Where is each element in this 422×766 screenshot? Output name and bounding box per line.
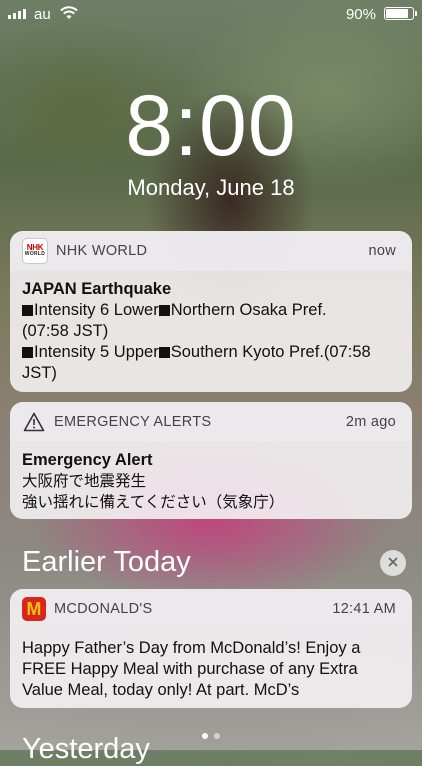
square-bullet-icon <box>158 305 170 316</box>
notification-time: 12:41 AM <box>332 601 396 617</box>
battery-icon <box>384 7 417 20</box>
notification-message: Happy Father’s Day from McDonald’s! Enjo… <box>22 639 361 699</box>
notification-app-name: NHK WORLD <box>56 243 148 259</box>
notification-time: 2m ago <box>345 414 396 430</box>
notification-line: 強い揺れに備えてください（気象庁） <box>22 494 285 511</box>
notification-title: Emergency Alert <box>22 451 153 469</box>
warning-icon <box>22 410 46 434</box>
lock-time: 8:00 <box>125 78 297 174</box>
page-dot <box>202 733 208 739</box>
status-bar: au 90% <box>0 0 422 28</box>
mcdonalds-app-icon: M <box>22 597 46 621</box>
square-bullet-icon <box>22 305 33 316</box>
carrier-name: au <box>34 6 51 23</box>
notification-app-name: EMERGENCY ALERTS <box>54 414 212 430</box>
square-bullet-icon <box>158 347 170 358</box>
notification-line: 大阪府で地震発生 <box>22 473 147 490</box>
nhk-app-icon: NHK WORLD <box>22 238 48 264</box>
page-dot <box>214 733 220 739</box>
notification-header: EMERGENCY ALERTS 2m ago <box>10 402 412 442</box>
close-icon <box>388 557 398 567</box>
square-bullet-icon <box>22 347 33 358</box>
clear-notifications-button[interactable] <box>380 550 406 576</box>
notification-mcdonalds[interactable]: M MCDONALD'S 12:41 AM Happy Father’s Day… <box>10 589 412 708</box>
notification-nhk[interactable]: NHK WORLD NHK WORLD now JAPAN Earthquake… <box>10 231 412 392</box>
notification-app-name: MCDONALD'S <box>54 601 153 617</box>
wifi-icon <box>60 6 78 24</box>
notification-message: Intensity 6 Lower Northern Osaka Pref. (0… <box>22 301 371 382</box>
signal-icon <box>8 9 26 19</box>
battery-percent: 90% <box>345 6 376 23</box>
notification-emergency-alert[interactable]: EMERGENCY ALERTS 2m ago Emergency Alert … <box>10 402 412 519</box>
earlier-today-heading: Earlier Today <box>22 546 191 578</box>
page-indicator[interactable] <box>0 733 422 739</box>
notification-title: JAPAN Earthquake <box>22 280 172 298</box>
lock-date: Monday, June 18 <box>127 175 295 200</box>
notification-header: NHK WORLD NHK WORLD now <box>10 231 412 271</box>
notification-time: now <box>368 243 396 259</box>
notification-header: M MCDONALD'S 12:41 AM <box>10 589 412 629</box>
